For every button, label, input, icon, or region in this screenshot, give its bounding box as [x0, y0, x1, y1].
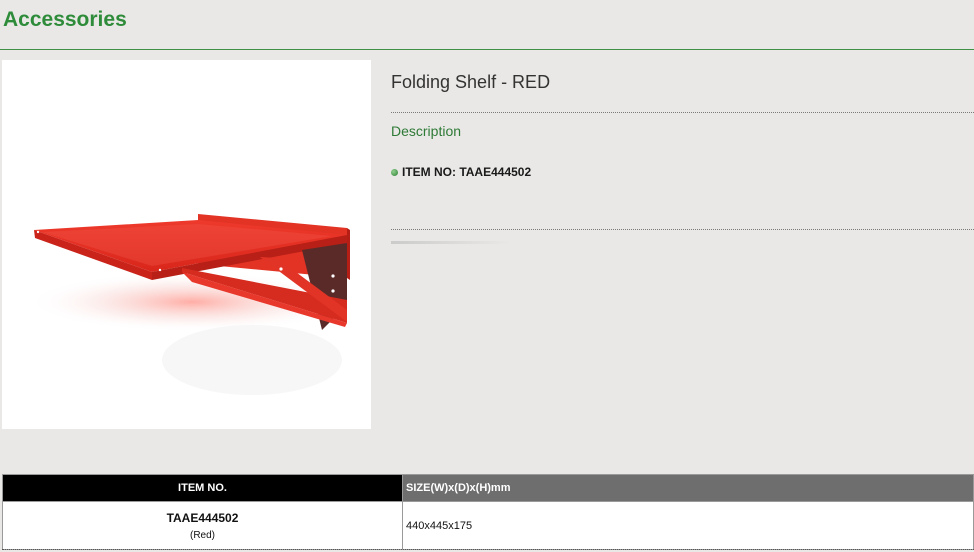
cell-item-no: TAAE444502 (Red)	[2, 501, 403, 550]
folding-shelf-icon	[27, 214, 357, 395]
column-header-item-no: ITEM NO.	[2, 474, 403, 502]
item-number-line: ITEM NO: TAAE444502	[391, 165, 531, 179]
name-divider	[391, 112, 974, 113]
fade-divider	[391, 241, 511, 244]
column-header-size: SIZE(W)x(D)x(H)mm	[402, 474, 974, 502]
cell-size: 440x445x175	[402, 501, 974, 550]
table-header-row: ITEM NO. SIZE(W)x(D)x(H)mm	[2, 474, 974, 502]
item-code: TAAE444502	[166, 510, 239, 525]
item-number-label: ITEM NO: TAAE444502	[402, 165, 532, 179]
product-image[interactable]	[2, 60, 371, 429]
item-color: (Red)	[189, 529, 215, 541]
title-divider	[0, 49, 974, 50]
spec-table: ITEM NO. SIZE(W)x(D)x(H)mm TAAE444502 (R…	[2, 474, 974, 550]
bullet-icon	[391, 168, 398, 176]
product-page: Accessories Folding Shelf - RED Descript…	[0, 0, 974, 552]
table-row: TAAE444502 (Red) 440x445x175	[2, 501, 974, 550]
description-heading: Description	[391, 123, 462, 139]
description-divider	[391, 229, 974, 230]
page-title: Accessories	[3, 8, 127, 31]
product-name: Folding Shelf - RED	[391, 72, 551, 92]
table-bottom-divider	[2, 549, 974, 550]
